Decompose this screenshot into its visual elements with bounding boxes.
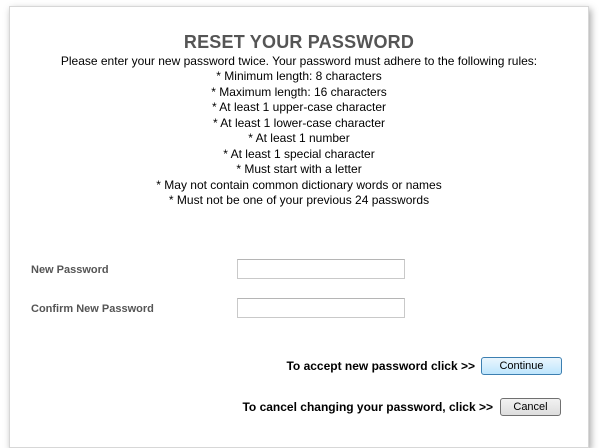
confirm-password-label: Confirm New Password <box>31 303 154 315</box>
reset-password-dialog: RESET YOUR PASSWORD Please enter your ne… <box>9 6 589 448</box>
rule-item: * At least 1 number <box>248 131 350 145</box>
rule-item: * At least 1 special character <box>223 146 375 161</box>
rule-item: * At least 1 upper-case character <box>211 100 387 114</box>
page-title: RESET YOUR PASSWORD <box>183 32 415 52</box>
rule-item: * At least 1 lower-case character <box>212 115 386 130</box>
continue-button[interactable]: Continue <box>481 357 562 375</box>
new-password-input[interactable] <box>237 259 405 279</box>
confirm-password-input[interactable] <box>237 298 405 318</box>
password-rules-list: * Minimum length: 8 characters * Maximum… <box>10 69 588 209</box>
new-password-label: New Password <box>31 264 109 276</box>
rule-item: * Must not be one of your previous 24 pa… <box>168 193 430 207</box>
rule-item: * May not contain common dictionary word… <box>156 177 442 192</box>
rule-item: * Maximum length: 16 characters <box>211 84 387 99</box>
intro-text: Please enter your new password twice. Yo… <box>60 54 538 68</box>
rule-item: * Must start with a letter <box>236 162 362 176</box>
cancel-instruction: To cancel changing your password, click … <box>242 400 493 414</box>
accept-instruction: To accept new password click >> <box>286 359 475 373</box>
cancel-button[interactable]: Cancel <box>500 398 561 416</box>
rule-item: * Minimum length: 8 characters <box>216 69 382 83</box>
